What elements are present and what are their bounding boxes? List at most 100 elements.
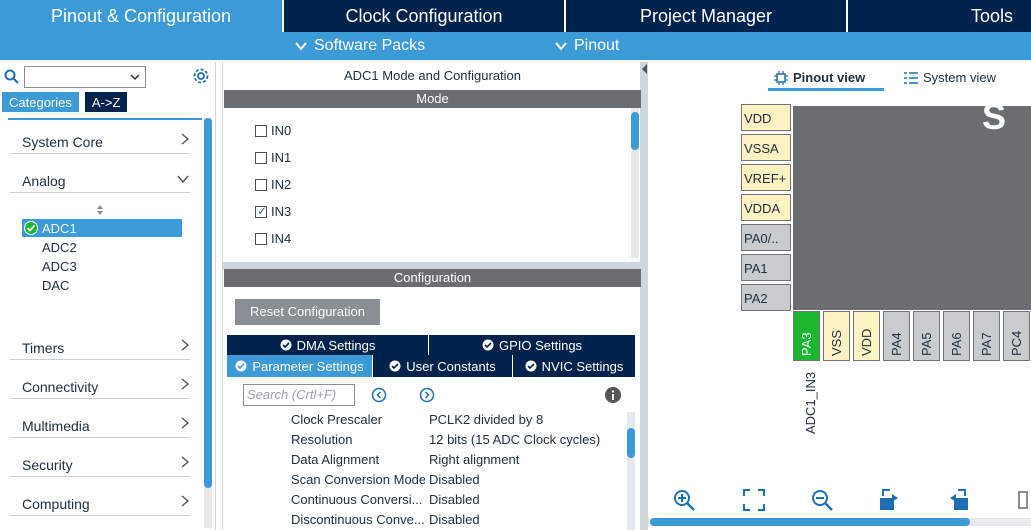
pin-vdd-bottom[interactable]: VDD [853, 311, 880, 361]
tab-nvic-settings[interactable]: NVIC Settings [513, 355, 635, 377]
analog-item-dac[interactable]: DAC [42, 278, 69, 293]
checkbox[interactable] [255, 178, 267, 191]
mode-item-label: IN0 [271, 123, 292, 138]
category-scrollbar[interactable] [204, 118, 212, 528]
sort-icon[interactable] [96, 204, 104, 216]
analog-item-adc1[interactable]: ADC1 [22, 219, 182, 237]
rotate-right-icon[interactable] [878, 488, 902, 512]
pin-label: VDD [859, 328, 874, 356]
tab-categories[interactable]: Categories [2, 92, 79, 112]
category-security[interactable]: Security [10, 449, 190, 477]
pin-pa4[interactable]: PA4 [883, 311, 910, 361]
tab-pinout-view[interactable]: Pinout view [774, 70, 865, 85]
pinout-menu[interactable]: Pinout [554, 37, 619, 55]
category-multimedia[interactable]: Multimedia [10, 410, 190, 438]
info-icon[interactable] [605, 387, 621, 403]
rotate-left-icon[interactable] [946, 488, 970, 512]
zoom-out-icon[interactable] [810, 488, 834, 512]
pin-pa0[interactable]: PA0/.. [741, 224, 791, 251]
checkbox-checked[interactable] [255, 204, 267, 218]
tab-a-z[interactable]: A->Z [84, 92, 128, 112]
tab-pinout-configuration[interactable]: Pinout & Configuration [0, 0, 284, 32]
checkbox[interactable] [255, 151, 267, 164]
search-icon [4, 69, 19, 84]
category-computing[interactable]: Computing [10, 488, 190, 516]
previous-arrow-icon[interactable] [371, 387, 387, 403]
analog-item-label: ADC3 [42, 259, 77, 274]
chevron-right-icon [181, 456, 190, 468]
category-connectivity[interactable]: Connectivity [10, 371, 190, 399]
pinout-horizontal-scrollbar[interactable] [648, 518, 1031, 526]
tab-label: GPIO Settings [498, 337, 583, 353]
next-arrow-icon[interactable] [419, 387, 435, 403]
pin-label: PA4 [889, 332, 904, 356]
mode-item-in2[interactable]: IN2 [255, 177, 291, 192]
check-circle-icon [24, 221, 38, 235]
check-circle-icon [525, 360, 537, 372]
reset-configuration-button[interactable]: Reset Configuration [235, 299, 380, 325]
more-tools-icon[interactable] [1014, 488, 1031, 512]
pin-pc4[interactable]: PC4 [1003, 311, 1030, 361]
pin-pa2[interactable]: PA2 [741, 284, 791, 311]
param-value[interactable]: Disabled [429, 472, 480, 487]
chevron-down-icon [555, 42, 567, 51]
chip-name-text: S [982, 96, 1007, 137]
fit-to-screen-icon[interactable] [742, 488, 766, 512]
chip-icon [774, 70, 788, 85]
tab-user-constants[interactable]: User Constants [373, 355, 513, 377]
tab-gpio-settings[interactable]: GPIO Settings [429, 335, 635, 355]
tab-label: System view [923, 70, 996, 85]
mode-item-in1[interactable]: IN1 [255, 150, 291, 165]
parameter-scrollbar[interactable] [627, 412, 635, 530]
scrollbar-thumb[interactable] [627, 428, 635, 458]
analog-item-adc3[interactable]: ADC3 [42, 259, 77, 274]
pin-label: PC4 [1009, 330, 1024, 356]
pin-pa6[interactable]: PA6 [943, 311, 970, 361]
mode-item-in4[interactable]: IN4 [255, 231, 291, 246]
tab-tools[interactable]: Tools [848, 0, 1031, 32]
category-label: Multimedia [22, 418, 90, 434]
pin-vss[interactable]: VSS [823, 311, 850, 361]
param-value[interactable]: 12 bits (15 ADC Clock cycles) [429, 432, 600, 447]
category-analog[interactable]: Analog [10, 165, 190, 193]
category-timers[interactable]: Timers [10, 332, 190, 360]
param-value[interactable]: Right alignment [429, 452, 519, 467]
pin-pa5[interactable]: PA5 [913, 311, 940, 361]
category-system-core[interactable]: System Core [10, 126, 190, 154]
software-packs-label: Software Packs [314, 37, 426, 54]
pin-label: PA3 [799, 332, 814, 356]
param-value[interactable]: Disabled [429, 492, 480, 507]
scrollbar-thumb[interactable] [650, 518, 970, 526]
pin-vdd-left[interactable]: VDD [741, 104, 791, 131]
mode-item-in0[interactable]: IN0 [255, 123, 291, 138]
pin-vssa[interactable]: VSSA [741, 134, 791, 161]
pin-vref-plus[interactable]: VREF+ [741, 164, 791, 191]
analog-item-adc2[interactable]: ADC2 [42, 240, 77, 255]
param-value[interactable]: Disabled [429, 512, 480, 527]
pin-pa1[interactable]: PA1 [741, 254, 791, 281]
active-tab-underline [768, 88, 884, 91]
chevron-down-icon[interactable] [129, 71, 141, 83]
zoom-in-icon[interactable] [672, 488, 696, 512]
scrollbar-thumb[interactable] [631, 112, 639, 150]
checkbox[interactable] [255, 232, 267, 245]
panel-splitter[interactable] [641, 62, 648, 530]
tab-dma-settings[interactable]: DMA Settings [227, 335, 429, 355]
tab-system-view[interactable]: System view [904, 70, 996, 85]
pinout-view-panel: Pinout view System view S VDD VSSA VREF+… [648, 62, 1031, 530]
category-search-input[interactable] [24, 66, 146, 88]
mode-scrollbar[interactable] [631, 108, 639, 258]
scrollbar-thumb[interactable] [204, 118, 212, 488]
mode-item-in3[interactable]: IN3 [255, 204, 291, 219]
tab-project-manager[interactable]: Project Manager [566, 0, 848, 32]
gear-icon[interactable] [192, 67, 210, 85]
tab-parameter-settings[interactable]: Parameter Settings [227, 355, 373, 377]
param-value[interactable]: PCLK2 divided by 8 [429, 412, 543, 427]
parameter-search-input[interactable]: Search (Crtl+F) [243, 384, 355, 406]
pin-vdda[interactable]: VDDA [741, 194, 791, 221]
tab-clock-configuration[interactable]: Clock Configuration [284, 0, 566, 32]
software-packs-menu[interactable]: Software Packs [294, 37, 425, 55]
pin-pa7[interactable]: PA7 [973, 311, 1000, 361]
pin-pa3[interactable]: PA3 [793, 311, 820, 361]
checkbox[interactable] [255, 124, 267, 137]
